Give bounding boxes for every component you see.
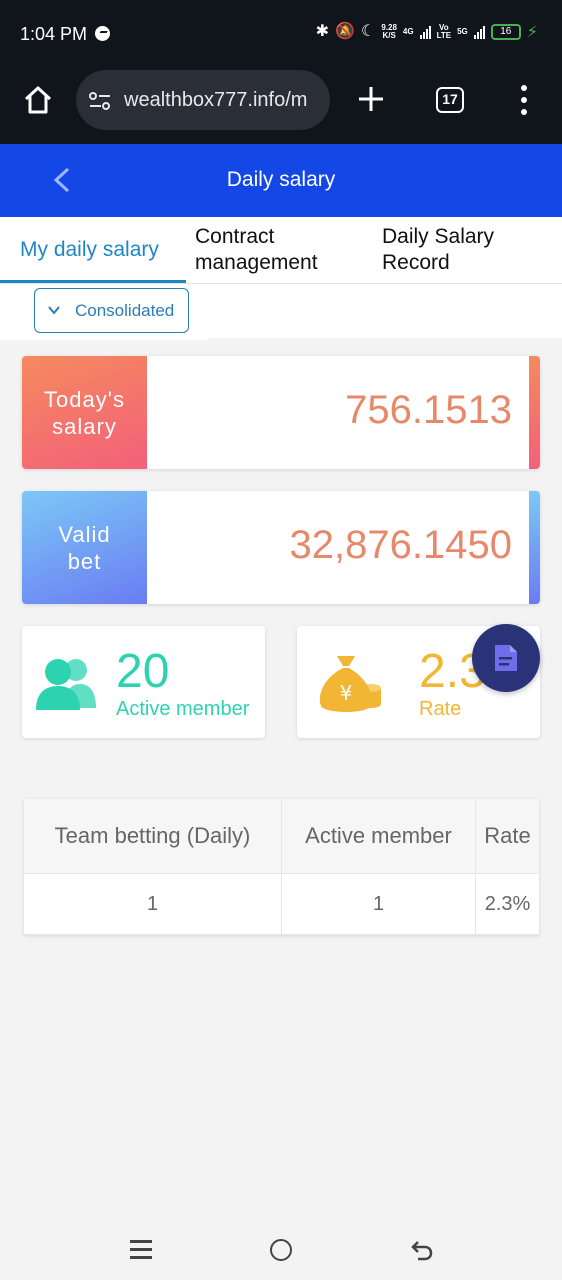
- active-member-count: 20: [116, 645, 170, 698]
- tab-label: My daily salary: [20, 238, 159, 261]
- charging-icon: ⚡: [526, 24, 538, 41]
- mute-bell-icon: 🔕: [335, 23, 355, 40]
- table-row: 1 1 2.3%: [24, 874, 539, 935]
- tab-label-line2: Record: [382, 251, 450, 274]
- column-header: Active member: [282, 799, 476, 874]
- home-icon[interactable]: [22, 84, 54, 116]
- home-circle-icon[interactable]: [270, 1239, 292, 1261]
- tab-my-daily-salary[interactable]: My daily salary: [20, 237, 159, 263]
- signal-bars-icon: [473, 25, 485, 39]
- signal-bars-icon: [419, 25, 431, 39]
- active-member-card: 20 Active member: [22, 626, 265, 738]
- table-cell: 2.3%: [476, 874, 539, 935]
- volte-bottom: LTE: [436, 31, 452, 40]
- signal-4g-label: 4G: [402, 27, 414, 36]
- status-bar: 1:04 PM ✱ 🔕 ☾ 9.28 K/S 4G Vo LTE 5G 16 ⚡: [0, 0, 562, 68]
- svg-text:¥: ¥: [340, 681, 353, 705]
- document-icon: [495, 645, 517, 671]
- chevron-down-icon: [48, 306, 60, 315]
- messenger-icon: [95, 26, 110, 41]
- signal-5g-label: 5G: [457, 27, 468, 36]
- todays-salary-value: 756.1513: [345, 388, 512, 432]
- valid-bet-label: Valid bet: [22, 491, 147, 604]
- tab-label-line1: Contract: [195, 225, 275, 248]
- site-settings-icon[interactable]: [88, 91, 112, 111]
- url-text[interactable]: wealthbox777.info/m: [124, 89, 307, 112]
- new-tab-icon[interactable]: [356, 84, 386, 114]
- tab-daily-salary-record[interactable]: Daily Salary Record: [382, 224, 494, 276]
- signal-4g: 4G: [403, 28, 414, 36]
- accent-bar: [529, 491, 540, 604]
- page-title: Daily salary: [226, 168, 336, 191]
- valid-bet-label-line2: bet: [67, 548, 102, 574]
- column-header: Team betting (Daily): [24, 799, 282, 874]
- dropdown-label: Consolidated: [75, 301, 175, 320]
- todays-salary-card: Today's salary 756.1513: [22, 356, 540, 469]
- money-bag-icon: ¥: [319, 656, 381, 712]
- floating-document-button[interactable]: [472, 624, 540, 692]
- rate-caption: Rate: [419, 698, 462, 720]
- back-icon[interactable]: [410, 1238, 434, 1262]
- table-cell: 1: [24, 874, 282, 935]
- users-icon: [36, 659, 96, 710]
- consolidated-dropdown[interactable]: Consolidated: [34, 288, 189, 333]
- tab-label-line1: Daily Salary: [382, 225, 495, 248]
- tab-switcher-button[interactable]: 17: [436, 87, 464, 113]
- active-member-caption: Active member: [116, 698, 250, 720]
- valid-bet-value: 32,876.1450: [289, 523, 512, 567]
- salary-table: Team betting (Daily) Active member Rate …: [24, 799, 539, 935]
- tab-count: 17: [442, 91, 458, 107]
- status-icons: ✱ 🔕 ☾ 9.28 K/S 4G Vo LTE 5G 16 ⚡: [316, 22, 538, 42]
- active-tab-indicator: [0, 280, 186, 283]
- todays-salary-label-line1: Today's: [44, 386, 125, 412]
- battery-icon: 16: [490, 24, 521, 40]
- accent-bar: [529, 356, 540, 469]
- app-header: Daily salary: [0, 144, 562, 217]
- system-nav-bar: [0, 1216, 562, 1280]
- table-header-row: Team betting (Daily) Active member Rate: [24, 799, 539, 874]
- tab-label-line2: management: [195, 251, 318, 274]
- battery-level: 16: [500, 26, 512, 37]
- divider: [208, 338, 562, 340]
- more-menu-icon[interactable]: [518, 85, 530, 115]
- valid-bet-label-line1: Valid: [58, 521, 111, 547]
- network-speed: 9.28 K/S: [381, 24, 397, 40]
- moon-icon: ☾: [360, 23, 376, 40]
- address-bar[interactable]: wealthbox777.info/m: [76, 70, 330, 130]
- tab-contract-management[interactable]: Contract management: [195, 224, 318, 276]
- valid-bet-card: Valid bet 32,876.1450: [22, 491, 540, 604]
- todays-salary-label-line2: salary: [52, 413, 117, 439]
- status-time: 1:04 PM: [20, 24, 88, 44]
- bluetooth-icon: ✱: [315, 23, 330, 40]
- todays-salary-label: Today's salary: [22, 356, 147, 469]
- column-header: Rate: [476, 799, 539, 874]
- browser-toolbar: wealthbox777.info/m 17: [0, 68, 562, 144]
- recents-icon[interactable]: [130, 1240, 152, 1260]
- signal-5g: 5G: [457, 28, 468, 36]
- volte-indicator: Vo LTE: [437, 24, 452, 40]
- network-speed-unit: K/S: [382, 31, 396, 40]
- filter-row: Consolidated: [0, 284, 562, 340]
- tab-bar: My daily salary Contract management Dail…: [0, 217, 562, 284]
- table-cell: 1: [282, 874, 476, 935]
